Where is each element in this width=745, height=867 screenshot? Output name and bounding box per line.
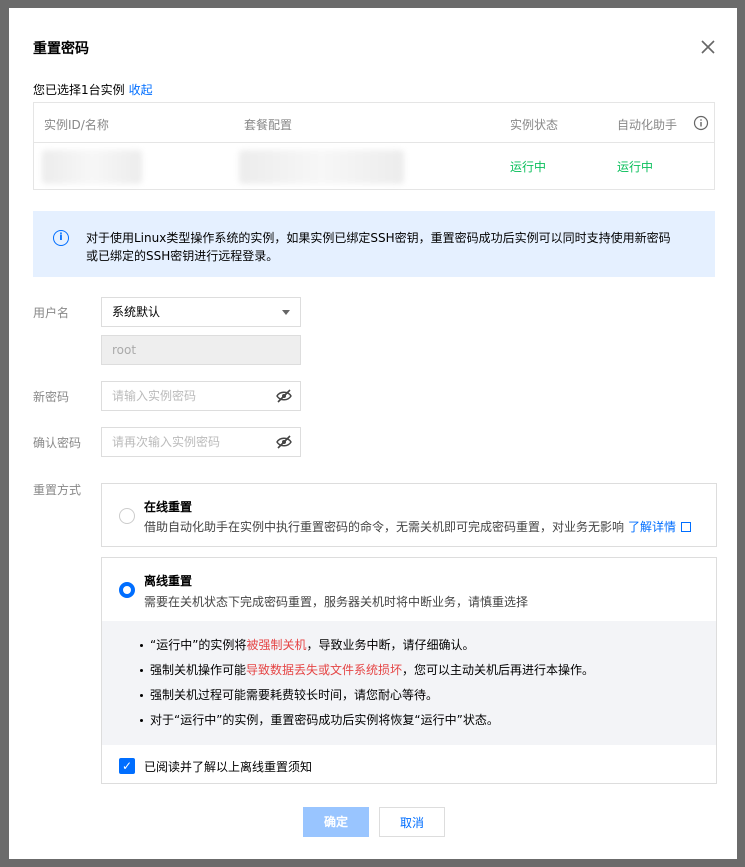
confirm-password-placeholder: 请再次输入实例密码 xyxy=(112,435,221,449)
notice-line-1: 对于使用Linux类型操作系统的实例，如果实例已绑定SSH密钥，重置密码成功后实… xyxy=(86,231,671,245)
table-row[interactable]: 运行中 运行中 xyxy=(34,143,714,189)
selection-summary: 您已选择1台实例 收起 xyxy=(33,81,153,98)
username-select-value: 系统默认 xyxy=(112,305,161,319)
notice-line-2: 或已绑定的SSH密钥进行远程登录。 xyxy=(86,249,279,263)
list-item: 对于“运行中”的实例，重置密码成功后实例将恢复“运行中”状态。 xyxy=(102,708,716,733)
selection-text: 您已选择1台实例 xyxy=(33,83,125,97)
bullet-highlight: 导致数据丢失或文件系统损坏 xyxy=(246,663,403,677)
close-icon[interactable] xyxy=(699,38,717,56)
table-header: 实例ID/名称 套餐配置 实例状态 自动化助手 xyxy=(34,103,714,143)
bullet-text: ，导致业务中断，请仔细确认。 xyxy=(306,638,475,652)
info-circle-icon[interactable] xyxy=(693,115,709,131)
online-reset-option[interactable]: 在线重置 借助自动化助手在实例中执行重置密码的命令，无需关机即可完成密码重置，对… xyxy=(101,483,717,547)
list-item: 强制关机操作可能导致数据丢失或文件系统损坏，您可以主动关机后再进行本操作。 xyxy=(102,658,716,683)
bullet-text: 强制关机操作可能 xyxy=(150,663,247,677)
external-link-icon xyxy=(681,522,692,532)
offline-reset-option[interactable]: 离线重置 需要在关机状态下完成密码重置，服务器关机时将中断业务，请慎重选择 “运… xyxy=(101,557,717,784)
username-value: root xyxy=(112,343,137,357)
warning-list: “运行中”的实例将被强制关机，导致业务中断，请仔细确认。 强制关机操作可能导致数… xyxy=(102,621,716,733)
username-input: root xyxy=(101,335,301,365)
new-password-label: 新密码 xyxy=(33,390,70,404)
reset-mode-label: 重置方式 xyxy=(33,483,82,497)
new-password-placeholder: 请输入实例密码 xyxy=(112,389,197,403)
learn-more-text: 了解详情 xyxy=(628,520,677,534)
username-select[interactable]: 系统默认 xyxy=(101,297,301,327)
cancel-button[interactable]: 取消 xyxy=(379,807,445,837)
bullet-text: 对于“运行中”的实例，重置密码成功后实例将恢复“运行中”状态。 xyxy=(150,713,499,727)
ack-label[interactable]: 已阅读并了解以上离线重置须知 xyxy=(144,758,312,775)
eye-off-icon[interactable] xyxy=(276,435,292,449)
bullet-text: 强制关机过程可能需要耗费较长时间，请您耐心等待。 xyxy=(150,688,439,702)
ack-checkbox[interactable]: ✓ xyxy=(119,758,135,774)
redacted-package xyxy=(239,150,404,184)
col-assistant: 自动化助手 xyxy=(617,118,678,132)
dialog-title: 重置密码 xyxy=(33,41,89,57)
checkbox-checked-icon: ✓ xyxy=(121,759,133,773)
offline-reset-desc: 需要在关机状态下完成密码重置，服务器关机时将中断业务，请慎重选择 xyxy=(144,595,529,609)
info-icon: i xyxy=(53,230,69,246)
online-reset-radio[interactable] xyxy=(119,508,135,524)
col-package: 套餐配置 xyxy=(244,118,293,132)
offline-reset-radio[interactable] xyxy=(119,582,135,598)
bullet-highlight: 被强制关机 xyxy=(246,638,307,652)
learn-more-link[interactable]: 了解详情 xyxy=(628,520,692,534)
username-label: 用户名 xyxy=(33,306,70,320)
notice-text: 对于使用Linux类型操作系统的实例，如果实例已绑定SSH密钥，重置密码成功后实… xyxy=(86,229,696,265)
reset-password-dialog: 重置密码 您已选择1台实例 收起 实例ID/名称 套餐配置 实例状态 自动化助手 … xyxy=(9,8,737,859)
confirm-button[interactable]: 确定 xyxy=(303,807,369,837)
offline-reset-title: 离线重置 xyxy=(144,574,193,588)
confirm-password-label: 确认密码 xyxy=(33,436,82,450)
online-reset-desc: 借助自动化助手在实例中执行重置密码的命令，无需关机即可完成密码重置，对业务无影响… xyxy=(144,518,692,535)
collapse-link[interactable]: 收起 xyxy=(129,83,153,97)
new-password-input[interactable]: 请输入实例密码 xyxy=(101,381,301,411)
col-status: 实例状态 xyxy=(510,118,559,132)
bullet-text: “运行中”的实例将 xyxy=(150,638,247,652)
list-item: 强制关机过程可能需要耗费较长时间，请您耐心等待。 xyxy=(102,683,716,708)
redacted-instance-id xyxy=(42,150,142,184)
caret-down-icon xyxy=(282,310,290,315)
online-reset-title: 在线重置 xyxy=(144,500,193,514)
online-reset-desc-text: 借助自动化助手在实例中执行重置密码的命令，无需关机即可完成密码重置，对业务无影响 xyxy=(144,520,625,534)
instance-status: 运行中 xyxy=(510,160,547,174)
list-item: “运行中”的实例将被强制关机，导致业务中断，请仔细确认。 xyxy=(102,633,716,658)
assistant-status: 运行中 xyxy=(617,160,654,174)
col-instance-id: 实例ID/名称 xyxy=(44,118,109,132)
eye-off-icon[interactable] xyxy=(276,389,292,403)
instance-table: 实例ID/名称 套餐配置 实例状态 自动化助手 运行中 运行中 xyxy=(33,102,715,190)
bullet-text: ，您可以主动关机后再进行本操作。 xyxy=(402,663,595,677)
confirm-password-input[interactable]: 请再次输入实例密码 xyxy=(101,427,301,457)
info-notice: i 对于使用Linux类型操作系统的实例，如果实例已绑定SSH密钥，重置密码成功… xyxy=(33,211,715,277)
offline-warning-box: “运行中”的实例将被强制关机，导致业务中断，请仔细确认。 强制关机操作可能导致数… xyxy=(102,621,716,745)
